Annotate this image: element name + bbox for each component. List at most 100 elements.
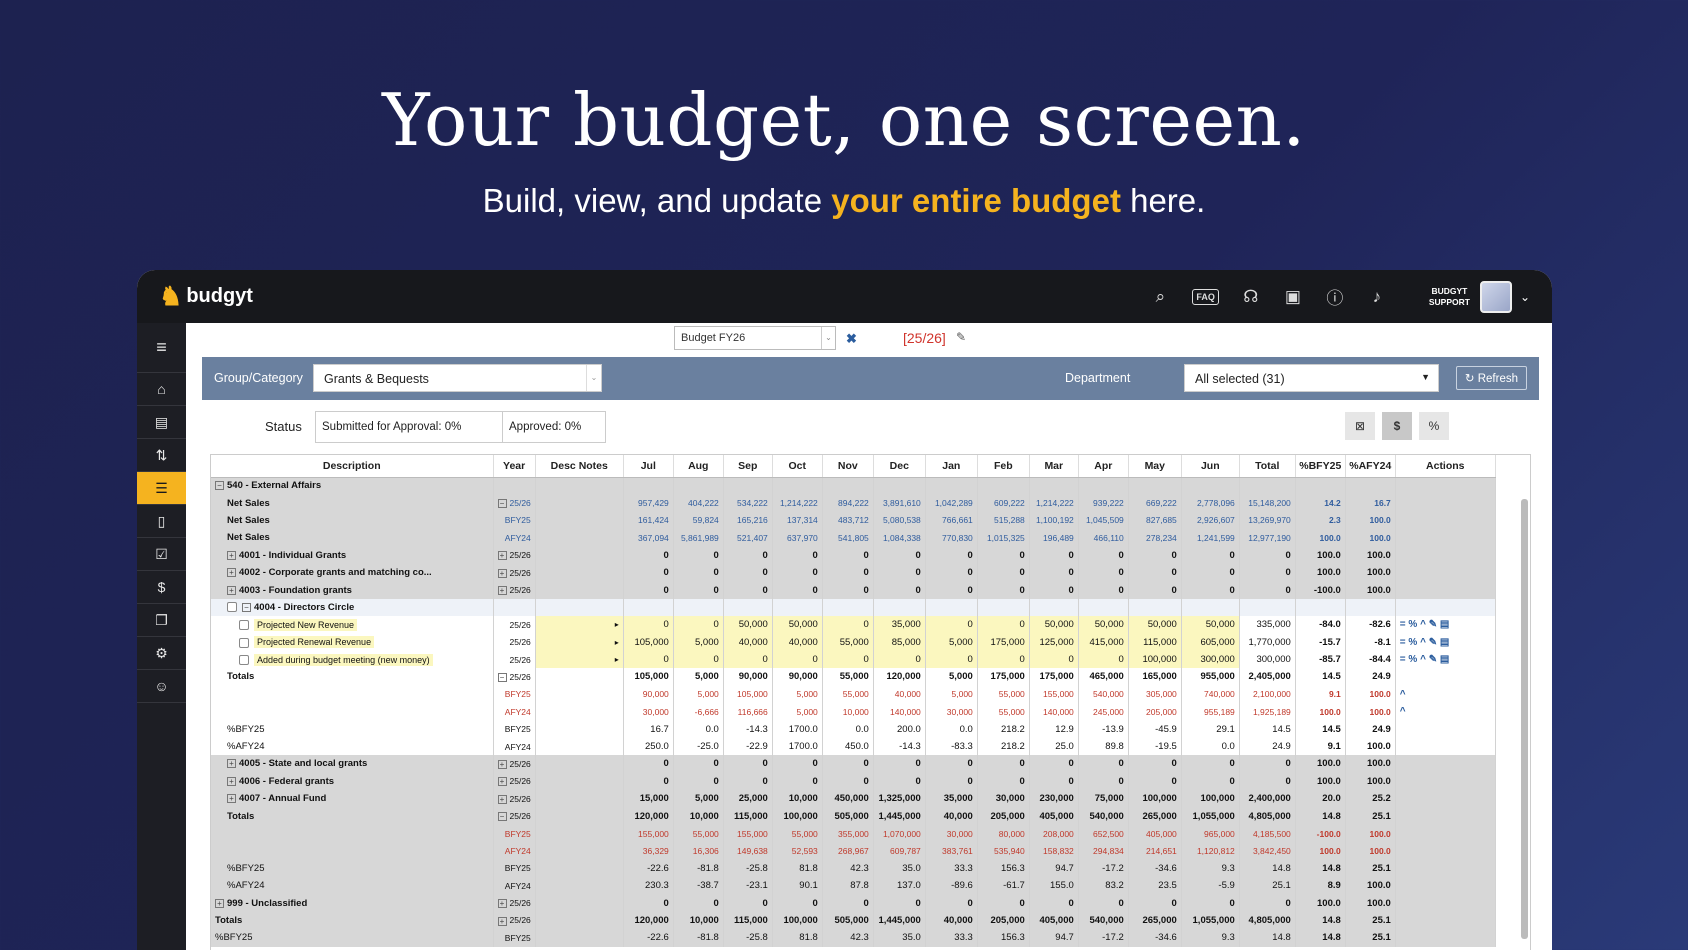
value-cell[interactable]: 100,000 xyxy=(1128,650,1182,669)
column-header[interactable]: Description xyxy=(211,455,494,478)
table-row[interactable]: +4007 - Annual Fund +25/26 15,000 5,000 25,0… xyxy=(211,790,1496,808)
expand-icon[interactable]: + xyxy=(227,776,236,786)
expand-icon[interactable]: + xyxy=(497,794,507,804)
percent-view-button[interactable]: % xyxy=(1419,412,1449,440)
vertical-scrollbar[interactable] xyxy=(1521,499,1528,939)
value-cell[interactable]: 0 xyxy=(822,650,874,669)
value-cell[interactable]: 175,000 xyxy=(977,633,1030,651)
table-row[interactable]: Totals +25/26 120,000 10,000 115,000 100,000 5… xyxy=(211,911,1496,930)
column-header[interactable]: Nov xyxy=(822,455,874,478)
collapse-icon[interactable]: − xyxy=(497,673,507,683)
value-cell[interactable]: 0 xyxy=(673,650,724,669)
excel-export-icon[interactable]: ⊠ xyxy=(1345,412,1375,440)
value-cell[interactable]: 300,000 xyxy=(1181,650,1240,669)
file-icon[interactable]: ▯ xyxy=(137,505,186,538)
row-actions[interactable]: ^ xyxy=(1395,703,1496,721)
menu-icon[interactable]: ≡ xyxy=(137,323,186,373)
table-row[interactable]: %BFY25 BFY25 16.7 0.0 -14.3 1700.0 0.0 200.0 0.0… xyxy=(211,720,1496,738)
expand-icon[interactable]: + xyxy=(497,760,507,770)
copy-icon[interactable]: ❐ xyxy=(137,604,186,637)
value-cell[interactable]: 50,000 xyxy=(1029,616,1079,634)
expand-icon[interactable]: + xyxy=(497,899,507,909)
column-header[interactable]: %AFY24 xyxy=(1345,455,1396,478)
row-actions[interactable]: ^ xyxy=(1395,685,1496,704)
value-cell[interactable]: 50,000 xyxy=(1181,616,1240,634)
row-actions[interactable]: = % ^ ✎ ▤ xyxy=(1395,616,1496,634)
value-cell[interactable]: 125,000 xyxy=(1029,633,1079,651)
desc-notes-cell[interactable]: ▸ xyxy=(535,650,624,669)
column-header[interactable]: Oct xyxy=(772,455,823,478)
table-row[interactable]: BFY25 155,000 55,000 155,000 55,000 355,000 1,… xyxy=(211,824,1496,843)
expand-icon[interactable]: + xyxy=(227,550,236,560)
table-row[interactable]: %AFY24 AFY24 250.0 -25.0 -22.9 1700.0 450.0 -14… xyxy=(211,737,1496,756)
value-cell[interactable]: 35,000 xyxy=(873,616,926,634)
clear-icon[interactable]: ✖ xyxy=(846,331,857,347)
value-cell[interactable]: 40,000 xyxy=(772,633,823,651)
value-cell[interactable]: 0 xyxy=(822,616,874,634)
value-cell[interactable]: 0 xyxy=(623,616,674,634)
expand-icon[interactable]: + xyxy=(497,551,507,561)
desc-notes-cell[interactable]: ▸ xyxy=(535,616,624,634)
row-checkbox[interactable] xyxy=(227,602,237,613)
table-row[interactable]: AFY24 30,000 -6,666 116,666 5,000 10,000 140,0… xyxy=(211,703,1496,721)
value-cell[interactable]: 0 xyxy=(1078,650,1129,669)
value-cell[interactable]: 55,000 xyxy=(822,633,874,651)
transfer-icon[interactable]: ⇅ xyxy=(137,439,186,472)
value-cell[interactable]: 105,000 xyxy=(623,633,674,651)
table-row[interactable]: Projected Renewal Revenue 25/26 ▸ 105,000 5,… xyxy=(211,633,1496,651)
table-row[interactable]: Net Sales BFY25 161,424 59,824 165,216 137,31… xyxy=(211,511,1496,530)
bell-icon[interactable]: ♪ xyxy=(1367,287,1387,307)
logo[interactable]: ♞ budgyt xyxy=(159,281,253,312)
column-header[interactable]: Feb xyxy=(977,455,1030,478)
table-row[interactable]: +4006 - Federal grants +25/26 0 0 0 0 0 0 0 0 0 0 0 0… xyxy=(211,772,1496,791)
faq-button[interactable]: FAQ xyxy=(1192,288,1219,305)
value-cell[interactable]: 0 xyxy=(925,616,978,634)
row-actions[interactable]: = % ^ ✎ ▤ xyxy=(1395,633,1496,651)
row-description[interactable]: Projected Renewal Revenue xyxy=(254,636,375,649)
table-row[interactable]: Net Sales −25/26 957,429 404,222 534,222 1,21… xyxy=(211,494,1496,512)
table-row[interactable]: Totals −25/26 120,000 10,000 115,000 100,000 5… xyxy=(211,807,1496,825)
row-actions[interactable]: = % ^ ✎ ▤ xyxy=(1395,650,1496,669)
table-row[interactable]: +4002 - Corporate grants and matching co… xyxy=(211,563,1496,582)
value-cell[interactable]: 115,000 xyxy=(1128,633,1182,651)
value-cell[interactable]: 50,000 xyxy=(1128,616,1182,634)
expand-icon[interactable]: + xyxy=(497,586,507,596)
budget-select[interactable]: Budget FY26 ⌄ xyxy=(674,326,836,350)
table-row[interactable]: +4005 - State and local grants +25/26 0 0 0 0… xyxy=(211,755,1496,773)
home-icon[interactable]: ⌂ xyxy=(137,373,186,406)
table-row[interactable]: BFY25 90,000 5,000 105,000 5,000 55,000 40,000… xyxy=(211,685,1496,704)
document-icon[interactable]: ▤ xyxy=(137,406,186,439)
expand-icon[interactable]: + xyxy=(497,568,507,578)
collapse-icon[interactable]: − xyxy=(497,812,507,822)
value-cell[interactable]: 85,000 xyxy=(873,633,926,651)
table-row[interactable]: +4003 - Foundation grants +25/26 0 0 0 0 0 0 0 0 0… xyxy=(211,581,1496,599)
value-cell[interactable]: 0 xyxy=(723,650,773,669)
row-checkbox[interactable] xyxy=(239,620,249,631)
group-select[interactable]: Grants & Bequests ⌄ xyxy=(313,364,602,392)
table-row[interactable]: −4004 - Directors Circle xyxy=(211,598,1496,617)
table-row[interactable]: Net Sales AFY24 367,094 5,861,989 521,407 637… xyxy=(211,529,1496,547)
table-row[interactable]: %AFY24 AFY24 230.3 -38.7 -23.1 90.1 87.8 137.0-… xyxy=(211,876,1496,895)
column-header[interactable]: Jan xyxy=(925,455,978,478)
support-label[interactable]: BUDGYT SUPPORT xyxy=(1429,286,1470,308)
value-cell[interactable]: 5,000 xyxy=(925,633,978,651)
row-checkbox[interactable] xyxy=(239,655,249,666)
expand-icon[interactable]: + xyxy=(227,794,236,804)
column-header[interactable]: Aug xyxy=(673,455,724,478)
table-row[interactable]: %BFY25 BFY25 -22.6 -81.8 -25.8 81.8 42.3 35.0 33… xyxy=(211,859,1496,877)
column-header[interactable]: May xyxy=(1128,455,1182,478)
video-icon[interactable]: ▣ xyxy=(1283,287,1303,307)
value-cell[interactable]: 50,000 xyxy=(772,616,823,634)
coins-icon[interactable]: $ xyxy=(137,571,186,604)
column-header[interactable]: Apr xyxy=(1078,455,1129,478)
settings-icon[interactable]: ⚙ xyxy=(137,637,186,670)
column-header[interactable]: Sep xyxy=(723,455,773,478)
row-checkbox[interactable] xyxy=(239,637,249,648)
value-cell[interactable]: 0 xyxy=(623,650,674,669)
value-cell[interactable]: 0 xyxy=(873,650,926,669)
table-row[interactable]: Totals −25/26 105,000 5,000 90,000 90,000 55,0… xyxy=(211,668,1496,686)
value-cell[interactable]: 5,000 xyxy=(673,633,724,651)
headset-icon[interactable]: ☊ xyxy=(1241,287,1261,307)
table-row[interactable]: +4001 - Individual Grants +25/26 0 0 0 0 0 0 0 0 0… xyxy=(211,546,1496,564)
info-icon[interactable]: ⓘ xyxy=(1325,284,1345,309)
